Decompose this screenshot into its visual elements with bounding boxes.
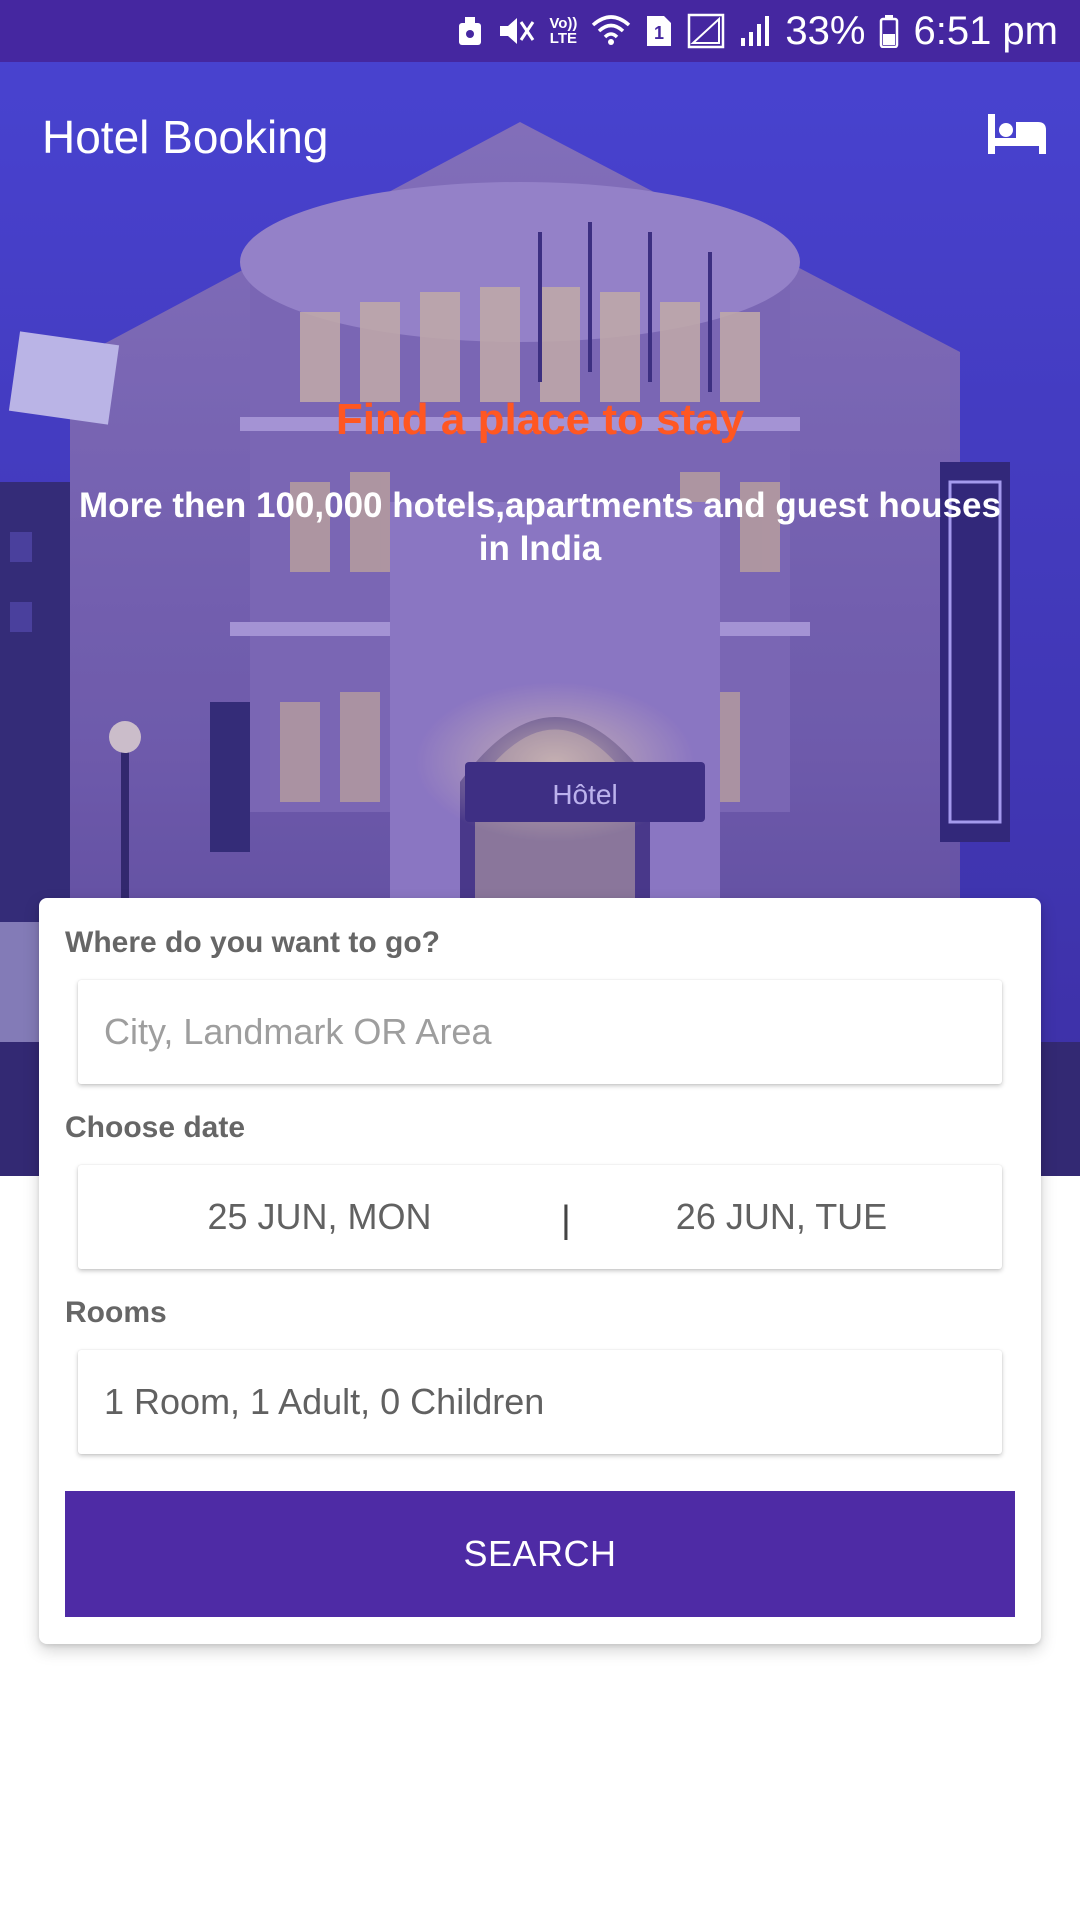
- signal-icon: [687, 13, 725, 49]
- search-button[interactable]: SEARCH: [65, 1491, 1015, 1617]
- destination-input[interactable]: [78, 980, 1002, 1084]
- status-bar: Vo)) LTE 1 33% 6:51 pm: [0, 0, 1080, 62]
- destination-label: Where do you want to go?: [65, 926, 440, 959]
- signal-icon-2: [739, 14, 771, 48]
- date-label: Choose date: [65, 1111, 246, 1144]
- check-out-date[interactable]: 26 JUN, TUE: [561, 1165, 1002, 1269]
- date-picker-field[interactable]: 25 JUN, MON | 26 JUN, TUE: [78, 1165, 1002, 1269]
- clock: 6:51 pm: [913, 8, 1058, 53]
- sim-icon: 1: [645, 14, 673, 48]
- hotel-booking-screen: Vo)) LTE 1 33% 6:51 pm Hôtel Find a plac…: [0, 0, 1080, 1920]
- volte-icon: Vo)) LTE: [549, 16, 577, 46]
- rooms-field[interactable]: 1 Room, 1 Adult, 0 Children: [78, 1350, 1002, 1454]
- rooms-value: 1 Room, 1 Adult, 0 Children: [104, 1381, 545, 1422]
- check-in-date[interactable]: 25 JUN, MON: [78, 1165, 561, 1269]
- booking-form-card: Where do you want to go? Choose date 25 …: [39, 898, 1041, 1644]
- sim-slot-number: 1: [654, 23, 664, 43]
- volte-bottom-text: LTE: [549, 30, 577, 47]
- volte-top-text: Vo)): [549, 15, 578, 32]
- hero-subtitle: More then 100,000 hotels,apartments and …: [79, 486, 1001, 568]
- rooms-label: Rooms: [65, 1296, 167, 1329]
- android-head-icon: [457, 15, 483, 47]
- bed-icon[interactable]: [986, 112, 1048, 156]
- app-title: Hotel Booking: [42, 111, 329, 163]
- destination-field[interactable]: [78, 980, 1002, 1084]
- mute-icon: [497, 14, 535, 48]
- battery-icon: [879, 14, 899, 48]
- hero-tagline: Find a place to stay: [335, 395, 745, 444]
- wifi-icon: [591, 15, 631, 47]
- battery-percent: 33%: [785, 8, 866, 53]
